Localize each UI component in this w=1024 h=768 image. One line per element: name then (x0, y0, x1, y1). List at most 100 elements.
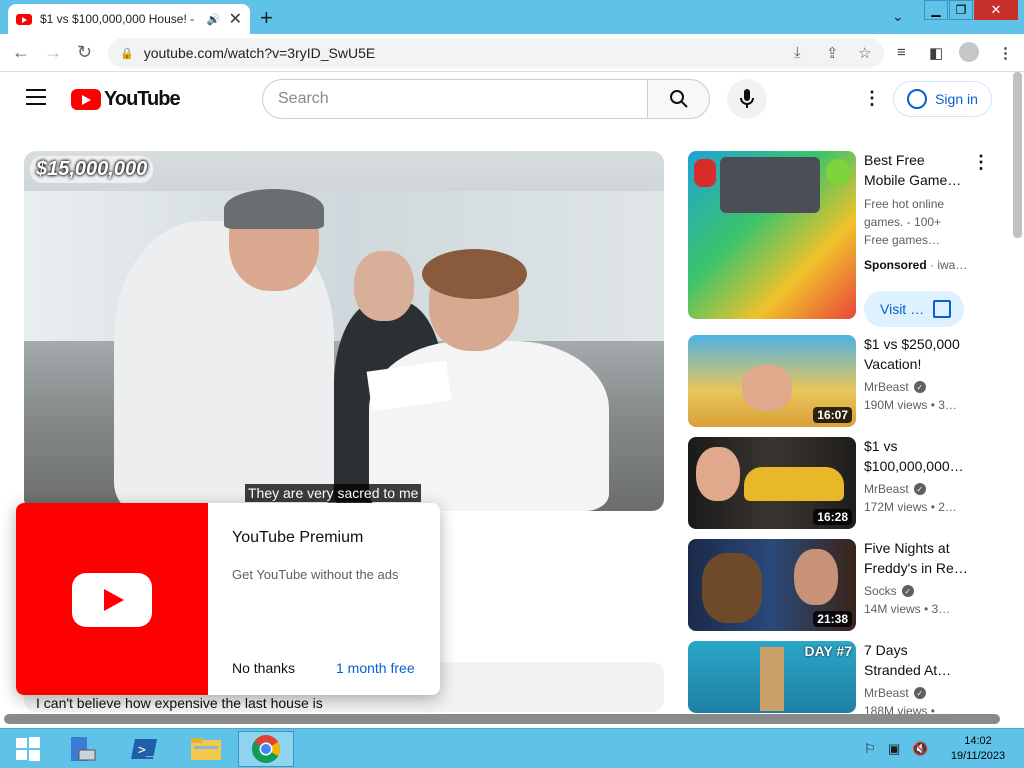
hamburger-menu-icon[interactable] (26, 89, 46, 110)
voice-search-button[interactable] (727, 79, 767, 119)
video-title[interactable]: $1 vs $250,000 Vacation! (864, 334, 968, 374)
premium-promo-dialog: YouTube Premium Get YouTube without the … (16, 503, 440, 695)
sign-in-button[interactable]: Sign in (893, 81, 992, 117)
ad-game-tile (826, 159, 850, 185)
horizontal-scrollbar[interactable] (4, 714, 1000, 724)
browser-menu-icon[interactable]: ⋮ (998, 44, 1013, 62)
volume-muted-icon[interactable]: 🔇 (912, 741, 928, 757)
youtube-play-icon (72, 573, 152, 627)
browser-tab-active[interactable]: $1 vs $100,000,000 House! - 🔊 ✕ (8, 4, 250, 34)
search-input[interactable]: Search (262, 79, 648, 119)
svg-text:>_: >_ (138, 743, 154, 758)
media-control-icon[interactable]: ≡ (897, 44, 906, 61)
video-cap (224, 189, 324, 229)
channel-name[interactable]: MrBeast ✓ (864, 686, 926, 700)
taskbar-chrome[interactable] (238, 731, 294, 767)
install-app-icon[interactable]: ⤓ (794, 44, 801, 61)
video-meta: 172M views • 2… (864, 500, 957, 514)
verified-check-icon: ✓ (913, 381, 926, 393)
no-thanks-button[interactable]: No thanks (232, 660, 295, 676)
youtube-play-logo-icon (71, 89, 101, 110)
channel-name[interactable]: MrBeast ✓ (864, 380, 926, 394)
video-duration: 16:28 (813, 509, 852, 525)
profile-avatar-icon[interactable] (959, 42, 979, 62)
tab-audio-icon[interactable]: 🔊 (207, 13, 221, 26)
channel-label[interactable]: MrBeast (864, 482, 909, 496)
ad-advertiser: · iwa… (930, 258, 968, 272)
address-bar[interactable]: 🔒 youtube.com/watch?v=3ryID_SwU5E ⤓ ⇪ ☆ (108, 38, 884, 68)
thumbnail-raft (760, 647, 784, 711)
ad-car-image (720, 157, 820, 213)
premium-promo-banner (16, 503, 208, 695)
share-icon[interactable]: ⇪ (826, 44, 839, 62)
ad-game-tile (694, 159, 716, 187)
tab-title: $1 vs $100,000,000 House! - (40, 12, 195, 26)
video-player[interactable] (24, 151, 664, 511)
video-meta: 14M views • 3… (864, 602, 951, 616)
taskbar-powershell[interactable]: >_ (116, 731, 172, 767)
back-arrow-icon[interactable]: ← (12, 42, 30, 63)
forward-arrow-icon[interactable]: → (44, 42, 62, 63)
url-text[interactable]: youtube.com/watch?v=3ryID_SwU5E (144, 45, 376, 61)
external-link-icon (933, 300, 951, 318)
one-month-free-button[interactable]: 1 month free (336, 660, 415, 676)
window-minimize-button[interactable]: ▁ (924, 0, 948, 20)
youtube-favicon-icon (16, 13, 32, 25)
ad-thumbnail[interactable] (688, 151, 856, 319)
server-manager-icon (71, 737, 96, 761)
user-circle-icon (907, 89, 928, 109)
new-tab-button[interactable]: + (260, 5, 273, 31)
video-caption: They are very sacred to me (245, 484, 422, 502)
ad-title[interactable]: Best Free Mobile Game… (864, 150, 968, 190)
lock-icon[interactable]: 🔒 (120, 47, 134, 60)
video-duration: 16:07 (813, 407, 852, 423)
browser-tab-strip: $1 vs $100,000,000 House! - 🔊 ✕ + ⌄ ▁ ❐ … (0, 0, 1024, 34)
video-meta: 188M views • … (864, 704, 951, 714)
video-thumbnail[interactable]: 21:38 (688, 539, 856, 631)
ad-more-icon[interactable]: ⋮ (972, 152, 990, 173)
channel-label[interactable]: Socks (864, 584, 897, 598)
visit-ad-button[interactable]: Visit … (864, 291, 964, 327)
sign-in-label: Sign in (935, 91, 978, 107)
verified-check-icon: ✓ (913, 483, 926, 495)
reload-icon[interactable]: ↻ (77, 42, 92, 63)
video-hair-right (422, 249, 527, 299)
window-close-button[interactable]: ✕ (974, 0, 1018, 20)
tab-close-icon[interactable]: ✕ (229, 9, 242, 29)
video-duration: 21:38 (813, 611, 852, 627)
microphone-icon (740, 89, 754, 108)
vertical-scrollbar[interactable] (1013, 72, 1022, 238)
side-panel-icon[interactable]: ◧ (929, 44, 943, 62)
windows-logo-icon (16, 737, 40, 761)
network-icon[interactable]: ▣ (888, 741, 900, 757)
video-title[interactable]: $1 vs $100,000,000… (864, 436, 968, 476)
channel-name[interactable]: MrBeast ✓ (864, 482, 926, 496)
channel-name[interactable]: Socks ✓ (864, 584, 914, 598)
video-thumbnail[interactable]: DAY #7 (688, 641, 856, 713)
video-thumbnail[interactable]: 16:07 (688, 335, 856, 427)
tab-search-chevron-icon[interactable]: ⌄ (892, 8, 904, 25)
video-title[interactable]: 7 Days Stranded At… (864, 640, 968, 680)
taskbar-file-explorer[interactable] (178, 731, 234, 767)
bookmark-star-icon[interactable]: ☆ (858, 44, 871, 62)
window-restore-button[interactable]: ❐ (949, 0, 973, 20)
powershell-icon: >_ (131, 739, 157, 759)
taskbar-server-manager[interactable] (54, 731, 110, 767)
clock-time: 14:02 (964, 735, 992, 747)
visit-label: Visit … (880, 301, 925, 317)
settings-more-icon[interactable]: ⋮ (863, 88, 881, 109)
action-center-flag-icon[interactable]: ⚐ (864, 741, 876, 757)
video-title[interactable]: Five Nights at Freddy's in Re… (864, 538, 968, 578)
video-thumbnail[interactable]: 16:28 (688, 437, 856, 529)
thumbnail-day-badge: DAY #7 (804, 643, 852, 659)
search-button[interactable] (647, 79, 710, 119)
clock-date: 19/11/2023 (950, 750, 1006, 762)
start-button[interactable] (0, 731, 56, 767)
premium-subtitle: Get YouTube without the ads (232, 567, 399, 582)
channel-label[interactable]: MrBeast (864, 380, 909, 394)
youtube-logo[interactable]: YouTube (71, 88, 181, 111)
verified-check-icon: ✓ (913, 687, 926, 699)
youtube-logo-text: YouTube (104, 88, 181, 110)
channel-label[interactable]: MrBeast (864, 686, 909, 700)
system-clock[interactable]: 14:02 19/11/2023 (944, 734, 1012, 764)
